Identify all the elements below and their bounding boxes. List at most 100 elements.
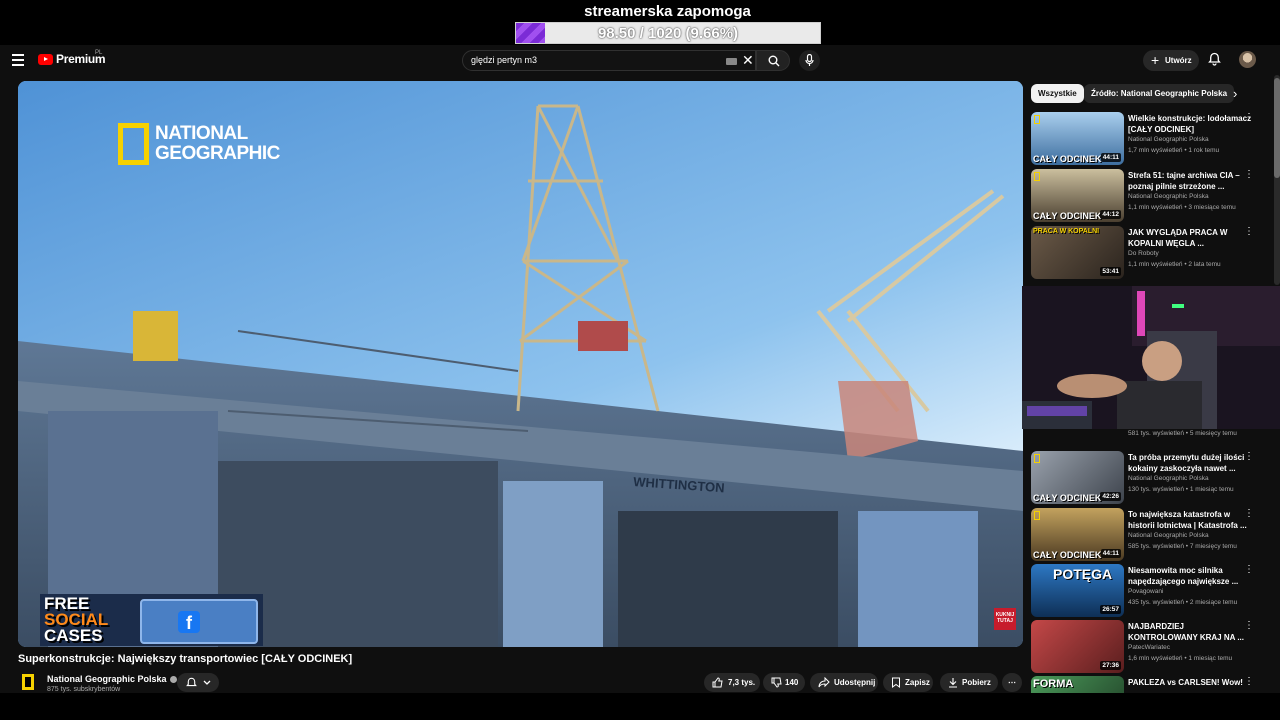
more-vertical-icon[interactable]: ⋮ bbox=[1244, 677, 1254, 687]
download-button[interactable]: Pobierz bbox=[940, 673, 998, 692]
goal-progress-bar: 98.50 / 1020 (9.66%) bbox=[515, 22, 821, 44]
thumb-caption: PRACA W KOPALNI bbox=[1033, 228, 1100, 235]
more-vertical-icon[interactable]: ⋮ bbox=[1244, 452, 1254, 462]
voice-search-button[interactable] bbox=[799, 50, 820, 71]
duration-badge: 42:26 bbox=[1100, 492, 1121, 501]
chevron-right-icon[interactable]: › bbox=[1233, 86, 1237, 101]
rec-title: JAK WYGLĄDA PRACA W KOPALNI WĘGLA ... bbox=[1128, 228, 1228, 248]
promo-case-image: f bbox=[140, 599, 258, 644]
promo-overlay: FREE SOCIAL CASES f bbox=[40, 594, 263, 646]
rec-channel: National Geographic Polska bbox=[1128, 193, 1209, 200]
create-label: Utwórz bbox=[1165, 56, 1192, 65]
chip-source-natgeo[interactable]: Źródło: National Geographic Polska bbox=[1084, 84, 1235, 103]
recommendation-item[interactable]: 27:36 NAJBARDZIEJ KONTROLOWANY KRAJ NA .… bbox=[1031, 620, 1271, 673]
channel-avatar[interactable] bbox=[22, 674, 34, 690]
more-vertical-icon[interactable]: ⋮ bbox=[1244, 170, 1254, 180]
clear-search-icon[interactable]: ✕ bbox=[742, 52, 754, 69]
rec-title: Niesamowita moc silnika napędzającego na… bbox=[1128, 566, 1239, 586]
duration-badge: 27:36 bbox=[1100, 661, 1121, 670]
plus-icon: + bbox=[1151, 52, 1160, 68]
ng-yellow-frame-icon bbox=[118, 123, 149, 165]
video-thumbnail: CAŁY ODCINEK 44:11 bbox=[1031, 112, 1124, 165]
video-thumbnail: CAŁY ODCINEK 42:26 bbox=[1031, 451, 1124, 504]
webcam-overlay bbox=[1022, 286, 1280, 429]
rec-meta: 1,1 mln wyświetleń • 3 miesiące temu bbox=[1128, 204, 1236, 211]
like-button[interactable]: 7,3 tys. bbox=[704, 673, 760, 692]
video-thumbnail: 27:36 bbox=[1031, 620, 1124, 673]
ng-mini-logo-icon bbox=[1034, 454, 1040, 463]
rec-channel: PatecWariatec bbox=[1128, 644, 1171, 651]
recommendation-item[interactable]: PRACA W KOPALNI 53:41 JAK WYGLĄDA PRACA W… bbox=[1031, 226, 1271, 279]
rec-meta: 435 tys. wyświetleń • 2 miesiące temu bbox=[1128, 599, 1238, 606]
recommendation-item[interactable]: POTĘGA 26:57 Niesamowita moc silnika napę… bbox=[1031, 564, 1271, 617]
screen: streamerska zapomoga 98.50 / 1020 (9.66%… bbox=[0, 0, 1280, 720]
save-button[interactable]: Zapisz bbox=[883, 673, 933, 692]
magnifier-icon bbox=[768, 55, 780, 67]
logo-country: PL bbox=[95, 50, 103, 56]
channel-name: National Geographic Polska bbox=[47, 674, 167, 684]
rec-title: Wielkie konstrukcje: lodołamacz [CAŁY OD… bbox=[1128, 114, 1252, 134]
bell-icon[interactable] bbox=[1208, 52, 1221, 66]
share-button[interactable]: Udostępnij bbox=[810, 673, 878, 692]
youtube-play-icon bbox=[38, 53, 53, 65]
more-horizontal-icon[interactable]: ⋯ bbox=[1002, 673, 1022, 692]
thumb-caption: CAŁY ODCINEK bbox=[1033, 493, 1102, 503]
more-vertical-icon[interactable]: ⋮ bbox=[1244, 113, 1254, 123]
video-thumbnail: POTĘGA 26:57 bbox=[1031, 564, 1124, 617]
recommendation-item[interactable]: CAŁY ODCINEK 44:11 To największa katastro… bbox=[1031, 508, 1271, 561]
channel-row: National Geographic Polska 875 tys. subs… bbox=[18, 671, 1023, 693]
more-vertical-icon[interactable]: ⋮ bbox=[1244, 227, 1254, 237]
goal-title: streamerska zapomoga bbox=[584, 3, 751, 20]
video-thumbnail: CAŁY ODCINEK 44:12 bbox=[1031, 169, 1124, 222]
webcam-feed bbox=[1022, 286, 1280, 429]
rec-channel: Povagowani bbox=[1128, 588, 1164, 595]
ng-mini-logo-icon bbox=[1034, 511, 1040, 520]
scrollbar-thumb[interactable] bbox=[1274, 78, 1280, 178]
recommendation-item[interactable]: CAŁY ODCINEK 44:12 Strefa 51: tajne archi… bbox=[1031, 169, 1271, 222]
thumb-caption: POTĘGA bbox=[1053, 566, 1113, 582]
ng-logo-line2: GEOGRAPHIC bbox=[155, 143, 280, 164]
create-button[interactable]: + Utwórz bbox=[1143, 50, 1199, 71]
stream-overlay-bar: streamerska zapomoga 98.50 / 1020 (9.66%… bbox=[0, 0, 1280, 45]
duration-badge: 44:11 bbox=[1100, 153, 1121, 162]
search-button[interactable] bbox=[756, 50, 790, 71]
thumb-caption: FORMA bbox=[1033, 678, 1074, 690]
more-vertical-icon[interactable]: ⋮ bbox=[1244, 621, 1254, 631]
subscribed-notifications-button[interactable] bbox=[177, 673, 219, 692]
more-vertical-icon[interactable]: ⋮ bbox=[1244, 509, 1254, 519]
watermark-badge[interactable]: KUKNIJ TUTAJ bbox=[994, 608, 1016, 630]
thumb-caption: CAŁY ODCINEK bbox=[1033, 550, 1102, 560]
recommendation-item[interactable]: CAŁY ODCINEK 42:26 Ta próba przemytu duże… bbox=[1031, 451, 1271, 504]
chip-all[interactable]: Wszystkie bbox=[1031, 84, 1084, 103]
rec-channel: National Geographic Polska bbox=[1128, 136, 1209, 143]
search-input[interactable]: ględzi pertyn m3 ✕ bbox=[462, 50, 756, 71]
channel-name-link[interactable]: National Geographic Polska bbox=[47, 674, 177, 684]
hamburger-icon[interactable] bbox=[12, 54, 24, 66]
share-icon bbox=[818, 677, 830, 688]
subscriber-count: 875 tys. subskrybentów bbox=[47, 686, 121, 693]
account-avatar[interactable] bbox=[1239, 51, 1256, 68]
keyboard-icon[interactable] bbox=[726, 58, 737, 65]
duration-badge: 44:12 bbox=[1100, 210, 1121, 219]
rec-channel: National Geographic Polska bbox=[1128, 532, 1209, 539]
ng-logo-line1: NATIONAL bbox=[155, 123, 248, 144]
thumb-caption: CAŁY ODCINEK bbox=[1033, 154, 1102, 164]
more-vertical-icon[interactable]: ⋮ bbox=[1244, 565, 1254, 575]
download-label: Pobierz bbox=[962, 678, 991, 687]
share-label: Udostępnij bbox=[834, 678, 876, 687]
recommendation-item[interactable]: CAŁY ODCINEK 44:11 Wielkie konstrukcje: l… bbox=[1031, 112, 1271, 165]
bell-icon bbox=[186, 677, 197, 687]
promo-line3: CASES bbox=[44, 626, 103, 645]
video-player[interactable]: WHITTINGTON NATIONAL GEOGRAPHIC FREE SOCIA… bbox=[18, 81, 1023, 647]
video-title: Superkonstrukcje: Największy transportow… bbox=[18, 653, 353, 665]
ng-mini-logo-icon bbox=[1034, 172, 1040, 181]
ng-mini-logo-icon bbox=[1034, 115, 1040, 124]
bottom-letterbox bbox=[0, 693, 1280, 720]
facebook-icon: f bbox=[178, 611, 200, 633]
goal-progress-text: 98.50 / 1020 (9.66%) bbox=[597, 25, 739, 42]
video-frame-scene: WHITTINGTON bbox=[18, 81, 1023, 647]
duration-badge: 26:57 bbox=[1100, 605, 1121, 614]
like-count: 7,3 tys. bbox=[728, 678, 756, 687]
dislike-button[interactable]: 140 bbox=[763, 673, 805, 692]
video-thumbnail: CAŁY ODCINEK 44:11 bbox=[1031, 508, 1124, 561]
